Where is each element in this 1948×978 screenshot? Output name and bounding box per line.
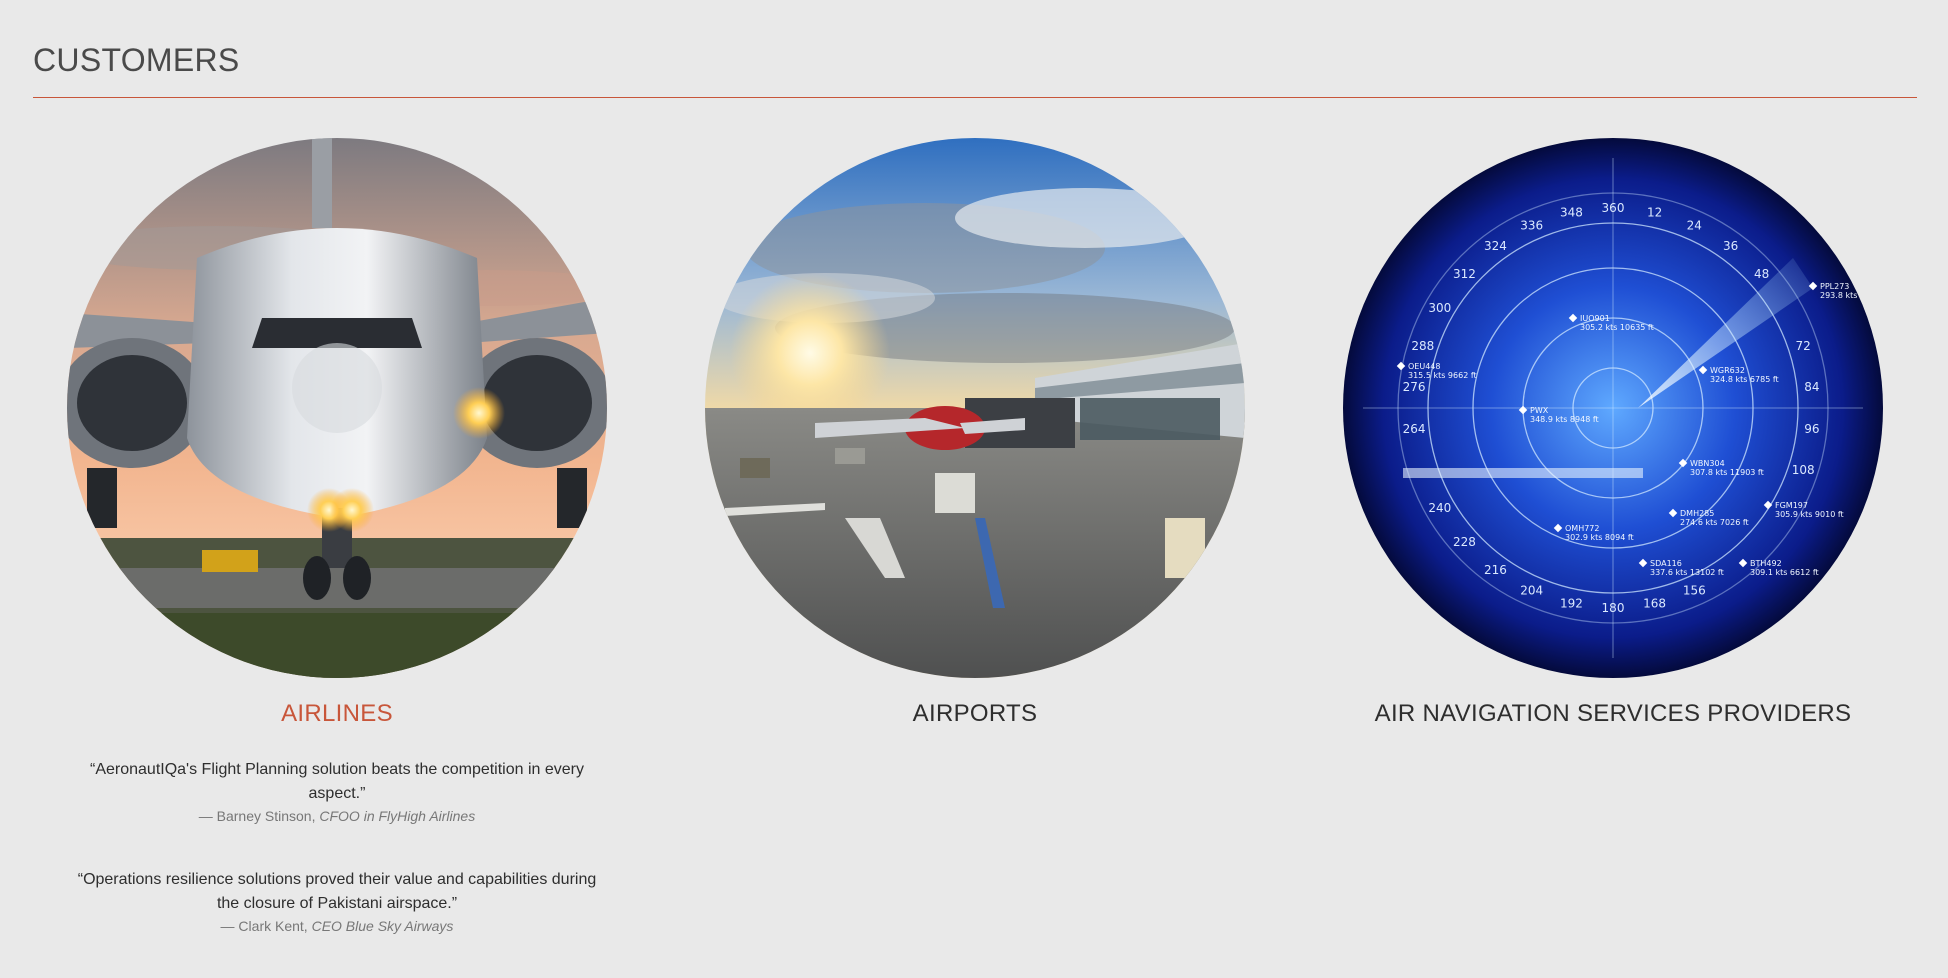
radar-bearing-label: 324 <box>1484 239 1507 253</box>
airport-apron-illustration <box>705 138 1245 678</box>
radar-target-info: 324.8 kts 6785 ft <box>1710 375 1779 384</box>
radar-target-id: BTH492 <box>1750 559 1782 568</box>
radar-target-info: 309.1 kts 6612 ft <box>1750 568 1819 577</box>
radar-target-id: WBN304 <box>1690 459 1725 468</box>
section-title: CUSTOMERS <box>33 42 240 78</box>
radar-target-info: 302.9 kts 8094 ft <box>1565 533 1634 542</box>
radar-bearing-label: 264 <box>1403 422 1426 436</box>
testimonial-2: “Operations resilience solutions proved … <box>67 868 607 934</box>
author-name: — Clark Kent, <box>220 918 308 934</box>
radar-target-id: PPL273 <box>1820 282 1849 291</box>
radar-bearing-label: 240 <box>1428 501 1451 515</box>
author-role: CEO Blue Sky Airways <box>311 918 454 934</box>
radar-target-id: WGR632 <box>1710 366 1745 375</box>
customer-card-airlines: AIRLINES “AeronautIQa's Flight Planning … <box>67 138 607 978</box>
radar-bearing-label: 228 <box>1453 535 1476 549</box>
airlines-image[interactable] <box>67 138 607 678</box>
radar-target-id: OEU448 <box>1408 362 1440 371</box>
radar-bearing-label: 12 <box>1647 205 1662 219</box>
radar-bearing-label: 36 <box>1723 239 1738 253</box>
radar-bearing-label: 180 <box>1602 601 1625 615</box>
radar-bearing-label: 156 <box>1683 584 1706 598</box>
radar-target-info: 307.8 kts 11903 ft <box>1690 468 1764 477</box>
card-label-ansp[interactable]: AIR NAVIGATION SERVICES PROVIDERS <box>1343 700 1883 728</box>
radar-target-info: 315.5 kts 9662 ft <box>1408 371 1477 380</box>
ansp-image[interactable]: 360 12 24 36 48 72 84 96 108 156 168 180 192 204 216 22… <box>1343 138 1883 678</box>
radar-target-info: 305.2 kts 10635 ft <box>1580 323 1654 332</box>
testimonial-text: “AeronautIQa's Flight Planning solution … <box>90 761 584 802</box>
radar-target-id: SDA116 <box>1650 559 1682 568</box>
radar-bearing-label: 336 <box>1520 218 1543 232</box>
radar-target-info: 337.6 kts 13102 ft <box>1650 568 1724 577</box>
radar-target-id: IUO901 <box>1580 314 1610 323</box>
radar-bearing-label: 192 <box>1560 597 1583 611</box>
radar-bearing-label: 216 <box>1484 563 1507 577</box>
testimonial-1: “AeronautIQa's Flight Planning solution … <box>67 758 607 824</box>
radar-bearing-label: 204 <box>1520 584 1543 598</box>
radar-bearing-label: 360 <box>1602 201 1625 215</box>
section-divider <box>33 97 1917 98</box>
testimonial-text: “Operations resilience solutions proved … <box>77 871 597 912</box>
radar-bearing-label: 24 <box>1687 218 1702 232</box>
customer-card-airports: AIRPORTS <box>705 138 1245 728</box>
author-role: CFOO in FlyHigh Airlines <box>319 808 476 824</box>
radar-target-info: 348.9 kts 8948 ft <box>1530 415 1599 424</box>
radar-bearing-label: 288 <box>1411 339 1434 353</box>
radar-bearing-label: 300 <box>1428 301 1451 315</box>
radar-target-id: PWX <box>1530 406 1549 415</box>
radar-bearing-label: 276 <box>1403 380 1426 394</box>
radar-bearing-label: 108 <box>1792 463 1815 477</box>
testimonial-author: — Barney Stinson, CFOO in FlyHigh Airlin… <box>67 808 607 824</box>
card-label-airlines[interactable]: AIRLINES <box>67 700 607 728</box>
radar-bearing-label: 72 <box>1796 339 1811 353</box>
customer-card-ansp: 360 12 24 36 48 72 84 96 108 156 168 180 192 204 216 22… <box>1343 138 1883 728</box>
radar-target-info: 305.9 kts 9010 ft <box>1775 510 1844 519</box>
radar-target-info: 274.6 kts 7026 ft <box>1680 518 1749 527</box>
radar-bearing-label: 84 <box>1804 380 1819 394</box>
author-name: — Barney Stinson, <box>198 808 316 824</box>
radar-bearing-label: 168 <box>1643 597 1666 611</box>
radar-target-id: FGM197 <box>1775 501 1808 510</box>
radar-bearing-label: 312 <box>1453 267 1476 281</box>
radar-bearing-label: 48 <box>1754 267 1769 281</box>
airliner-illustration <box>67 138 607 678</box>
radar-bearing-label: 348 <box>1560 205 1583 219</box>
radar-bearing-label: 96 <box>1804 422 1819 436</box>
radar-target-id: DMH285 <box>1680 509 1714 518</box>
radar-scope-illustration: 360 12 24 36 48 72 84 96 108 156 168 180 192 204 216 22… <box>1343 138 1883 678</box>
card-label-airports[interactable]: AIRPORTS <box>705 700 1245 728</box>
airports-image[interactable] <box>705 138 1245 678</box>
radar-target-id: OMH772 <box>1565 524 1599 533</box>
testimonial-author: — Clark Kent, CEO Blue Sky Airways <box>67 918 607 934</box>
radar-target-info: 293.8 kts <box>1820 291 1857 300</box>
testimonials: “AeronautIQa's Flight Planning solution … <box>67 758 607 934</box>
